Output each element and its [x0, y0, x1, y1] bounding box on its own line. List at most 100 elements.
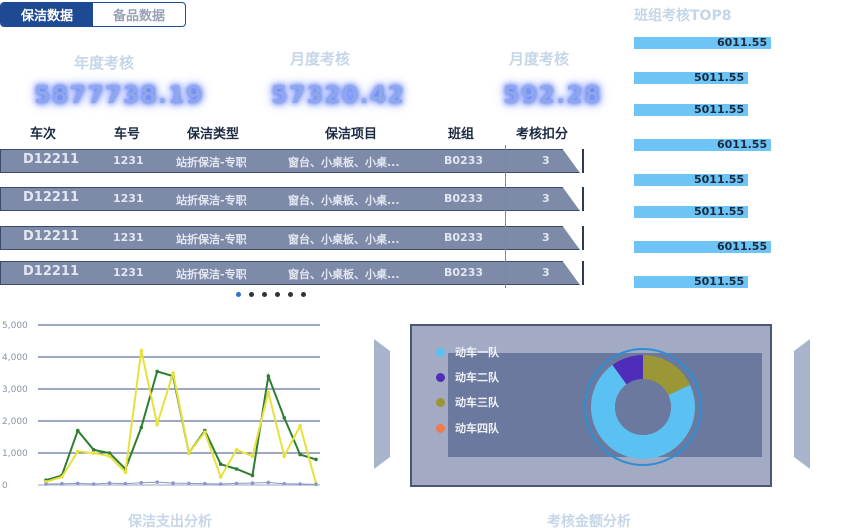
series-point — [139, 480, 144, 485]
top8-title: 班组考核TOP8 — [634, 8, 732, 24]
pager-dot[interactable] — [288, 292, 293, 297]
series-point — [91, 482, 96, 486]
series-point — [203, 430, 207, 434]
series-point — [75, 428, 80, 433]
series-line — [45, 481, 317, 485]
top8-bar-label: 5011.55 — [694, 71, 745, 84]
col-header-team: 班组 — [448, 127, 475, 142]
cell-clean-item: 窗台、小桌板、小桌... — [288, 194, 400, 207]
series-point — [250, 473, 255, 478]
cell-team: B0233 — [444, 192, 483, 205]
cell-deduction: 3 — [542, 266, 550, 279]
donut-chart-title: 考核金额分析 — [547, 514, 631, 528]
series-point — [123, 481, 128, 486]
row-end-marker — [582, 149, 584, 173]
series-point — [60, 475, 64, 479]
kpi-monthly-label: 月度考核 — [290, 50, 351, 68]
cell-car-no: 1231 — [113, 154, 144, 167]
pager-dot[interactable] — [236, 292, 241, 297]
legend-label: 动车二队 — [455, 371, 499, 384]
top8-bar-label: 5011.55 — [694, 205, 745, 218]
y-tick-label: 1,000 — [2, 449, 28, 459]
top8-bar-label: 5011.55 — [694, 173, 745, 186]
cell-car-no: 1231 — [113, 266, 144, 279]
kpi-monthly-value-2: 592.28 — [503, 81, 602, 109]
col-header-clean-type: 保洁类型 — [187, 127, 240, 142]
series-point — [250, 481, 255, 485]
cell-deduction: 3 — [542, 154, 550, 167]
legend-item[interactable]: 动车三队 — [436, 394, 499, 410]
legend-item[interactable]: 动车一队 — [436, 344, 499, 360]
top8-bar-label: 5011.55 — [694, 103, 745, 116]
cell-team: B0233 — [444, 154, 483, 167]
series-point — [139, 348, 144, 353]
series-point — [91, 448, 96, 452]
pager-dot[interactable] — [249, 292, 254, 297]
table-row[interactable]: D12211 1231 站折保洁-专职 窗台、小桌板、小桌... B0233 3 — [0, 149, 580, 173]
table-row[interactable]: D12211 1231 站折保洁-专职 窗台、小桌板、小桌... B0233 3 — [0, 187, 580, 211]
series-point — [60, 481, 64, 486]
series-point — [282, 454, 287, 458]
tab-spare-parts-data[interactable]: 备品数据 — [93, 3, 185, 26]
col-header-clean-item: 保洁项目 — [325, 127, 378, 142]
cell-car-no: 1231 — [113, 192, 144, 205]
series-point — [298, 452, 302, 457]
legend-color-dot — [436, 397, 445, 407]
tab-cleaning-data[interactable]: 保洁数据 — [1, 3, 93, 26]
series-point — [234, 467, 239, 471]
legend-label: 动车四队 — [455, 422, 499, 435]
legend-item[interactable]: 动车二队 — [436, 369, 499, 385]
pager-dot[interactable] — [262, 292, 267, 297]
series-point — [91, 451, 96, 455]
series-point — [282, 416, 287, 420]
series-point — [155, 422, 159, 426]
series-point — [266, 390, 271, 394]
cell-train: D12211 — [23, 190, 80, 205]
cell-clean-item: 窗台、小桌板、小桌... — [288, 233, 400, 246]
cell-train: D12211 — [23, 229, 80, 244]
cell-train: D12211 — [23, 152, 80, 167]
cell-train: D12211 — [23, 264, 80, 279]
top8-bar-label: 5011.55 — [694, 275, 745, 288]
top8-bar-label: 6011.55 — [717, 240, 768, 253]
legend-label: 动车三队 — [455, 396, 499, 409]
kpi-annual-label: 年度考核 — [74, 54, 135, 72]
row-end-marker — [582, 187, 584, 211]
y-tick-label: 5,000 — [2, 321, 28, 331]
series-point — [250, 454, 255, 458]
series-point — [282, 481, 287, 486]
table-row[interactable]: D12211 1231 站折保洁-专职 窗台、小桌板、小桌... B0233 3 — [0, 261, 580, 285]
series-point — [234, 481, 239, 486]
cell-clean-item: 窗台、小桌板、小桌... — [288, 268, 400, 281]
kpi-monthly-value: 57320.42 — [271, 81, 406, 109]
series-point — [107, 451, 112, 455]
pager-dot[interactable] — [275, 292, 280, 297]
pager-dot[interactable] — [301, 292, 306, 297]
row-end-marker — [582, 261, 584, 285]
right-panel-decoration — [794, 339, 810, 469]
series-point — [75, 481, 80, 486]
top8-bar-label: 6011.55 — [717, 138, 768, 151]
cell-car-no: 1231 — [113, 231, 144, 244]
cell-deduction: 3 — [542, 192, 550, 205]
table-row[interactable]: D12211 1231 站折保洁-专职 窗台、小桌板、小桌... B0233 3 — [0, 226, 580, 250]
legend-color-dot — [436, 372, 445, 382]
cell-team: B0233 — [444, 231, 483, 244]
y-tick-label: 4,000 — [2, 353, 28, 363]
series-point — [75, 449, 80, 454]
assessment-donut-chart — [584, 348, 702, 466]
series-point — [314, 482, 318, 487]
top8-bar-label: 6011.55 — [717, 36, 768, 49]
cell-team: B0233 — [444, 266, 483, 279]
series-point — [314, 457, 318, 462]
legend-color-dot — [436, 347, 445, 357]
series-point — [218, 462, 223, 466]
series-point — [187, 451, 191, 455]
series-point — [266, 480, 271, 485]
donut-hole — [615, 379, 671, 435]
series-point — [187, 481, 191, 486]
cleaning-expense-line-chart: 0 1,000 2,000 3,000 4,000 5,000 — [2, 321, 320, 491]
series-line — [45, 370, 317, 482]
legend-item[interactable]: 动车四队 — [436, 420, 499, 436]
series-point — [298, 482, 302, 486]
